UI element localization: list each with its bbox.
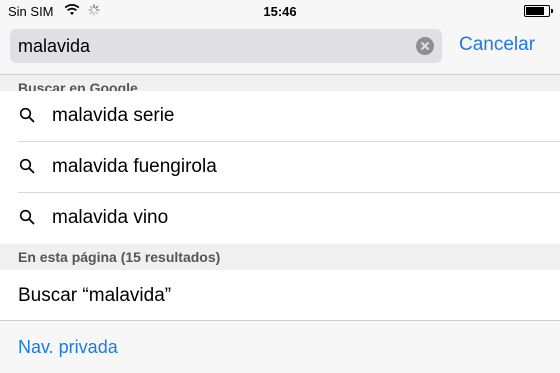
search-input-value: malavida <box>18 36 91 56</box>
clear-icon[interactable] <box>416 37 434 55</box>
private-browsing-button[interactable]: Nav. privada <box>18 337 118 358</box>
suggestion-label: malavida fuengirola <box>52 156 217 177</box>
suggestion-item[interactable]: malavida serie <box>0 91 560 141</box>
find-on-page-label: Buscar “malavida” <box>18 285 172 306</box>
suggestion-label: malavida vino <box>52 207 169 228</box>
suggestion-label: malavida serie <box>52 105 175 126</box>
suggestion-item[interactable]: malavida fuengirola <box>0 142 560 192</box>
footer-bar: Nav. privada <box>0 321 560 373</box>
clock: 15:46 <box>263 4 297 19</box>
suggestion-item[interactable]: malavida vino <box>0 193 560 243</box>
search-icon <box>19 158 35 179</box>
search-icon <box>19 107 35 128</box>
status-bar: Sin SIM 15:46 <box>0 0 560 24</box>
section-header-page: En esta página (15 resultados) <box>0 244 560 270</box>
find-on-page-item[interactable]: Buscar “malavida” <box>0 270 560 321</box>
battery-icon <box>524 5 553 17</box>
search-input[interactable]: malavida <box>10 29 442 63</box>
section-header-page-label: En esta página (15 resultados) <box>18 249 221 265</box>
search-bar: malavida Cancelar <box>0 24 560 75</box>
search-icon <box>19 209 35 230</box>
cancel-button[interactable]: Cancelar <box>459 34 535 56</box>
